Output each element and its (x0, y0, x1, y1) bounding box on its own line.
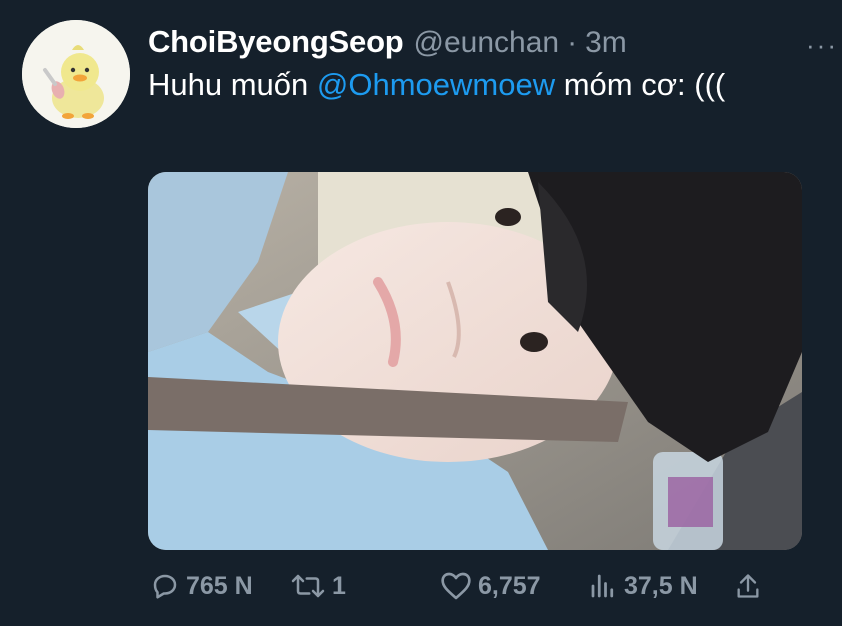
tweet-photo[interactable] (148, 172, 802, 550)
share-icon (737, 574, 759, 598)
retweet-button[interactable]: 1 (290, 566, 346, 606)
views-icon (591, 574, 614, 598)
tweet-text-before: Huhu muốn (148, 67, 317, 102)
reply-button[interactable]: 765 N (150, 566, 253, 606)
retweet-icon (291, 574, 325, 598)
display-name[interactable]: ChoiByeongSeop (148, 24, 404, 60)
views-count: 37,5 N (624, 571, 698, 600)
like-button[interactable]: 6,757 (440, 566, 541, 606)
reply-count: 765 N (186, 571, 253, 600)
share-button[interactable] (734, 566, 762, 606)
tweet-header: ChoiByeongSeop @eunchan · 3m ··· (148, 24, 842, 60)
tweet-text-after: móm cơ: ((( (555, 67, 726, 102)
avatar[interactable] (22, 20, 130, 128)
like-count: 6,757 (478, 571, 541, 600)
user-handle[interactable]: @eunchan (414, 26, 560, 60)
views-button[interactable]: 37,5 N (588, 566, 698, 606)
retweet-count: 1 (332, 571, 346, 600)
reply-icon (153, 574, 177, 599)
tweet-actions: 765 N 1 6,757 37,5 N (148, 566, 828, 606)
more-options-icon[interactable]: ··· (806, 32, 838, 58)
separator-dot: · (567, 26, 578, 59)
duck-avatar-icon (22, 20, 130, 128)
selfie-photo-image (148, 172, 802, 550)
heart-icon (441, 572, 471, 600)
tweet-text: Huhu muốn @Ohmoewmoew móm cơ: ((( (148, 64, 828, 106)
timestamp[interactable]: 3m (585, 26, 627, 60)
mention-link[interactable]: @Ohmoewmoew (317, 67, 555, 102)
